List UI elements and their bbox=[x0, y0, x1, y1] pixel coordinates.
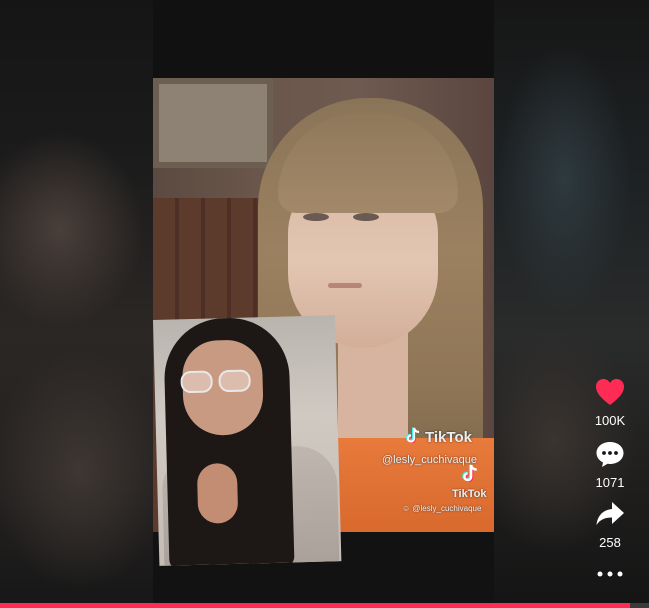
left-eye bbox=[303, 213, 329, 221]
share-button[interactable]: 258 bbox=[587, 500, 633, 550]
video-progress-fill bbox=[0, 603, 630, 608]
like-count: 100K bbox=[594, 413, 626, 428]
share-icon bbox=[596, 502, 624, 525]
tiktok-logo-icon bbox=[462, 464, 477, 483]
more-options-button[interactable] bbox=[587, 566, 633, 586]
watermark-brand-small: TikTok bbox=[452, 488, 487, 500]
wall-picture-frame bbox=[153, 78, 273, 168]
mouth bbox=[328, 283, 362, 288]
tiktok-watermark: TikTok bbox=[405, 427, 472, 446]
blurred-background-left bbox=[0, 0, 153, 608]
right-eye bbox=[353, 213, 379, 221]
glasses-right-lens bbox=[218, 369, 251, 393]
watermark-handle-small: ☺ @lesly_cuchivaque bbox=[402, 504, 482, 513]
video-player[interactable]: TikTok @lesly_cuchivaque TikTok ☺ @lesly… bbox=[153, 0, 494, 608]
like-button[interactable]: 100K bbox=[587, 378, 633, 428]
video-progress-bar[interactable] bbox=[0, 603, 649, 608]
creator-overlay bbox=[153, 315, 342, 566]
watermark-brand: TikTok bbox=[425, 429, 472, 446]
creator-hand bbox=[196, 462, 239, 524]
user-icon: ☺ bbox=[402, 504, 413, 513]
tiktok-logo-small bbox=[461, 464, 479, 489]
comment-count: 1071 bbox=[595, 475, 625, 490]
letterbox-top bbox=[153, 0, 494, 78]
more-icon bbox=[597, 571, 623, 577]
tiktok-logo-icon bbox=[406, 427, 420, 444]
comment-icon bbox=[596, 442, 624, 467]
share-count: 258 bbox=[599, 535, 621, 550]
glasses-left-lens bbox=[180, 370, 213, 394]
heart-icon bbox=[596, 379, 624, 405]
comment-button[interactable]: 1071 bbox=[587, 440, 633, 490]
